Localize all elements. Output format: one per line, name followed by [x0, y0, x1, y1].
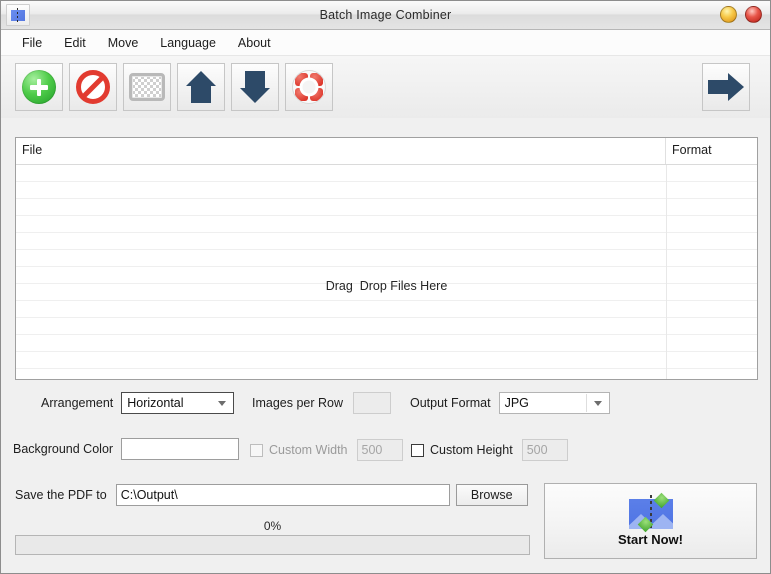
remove-files-button[interactable]: [69, 63, 117, 111]
column-header-file[interactable]: File: [16, 138, 666, 164]
custom-height-input[interactable]: 500: [521, 439, 568, 461]
move-down-button[interactable]: [231, 63, 279, 111]
image-merge-icon: [627, 492, 675, 533]
column-divider: [666, 165, 667, 379]
save-path-group: Save the PDF to C:\Output\ Browse: [15, 484, 528, 506]
menu-item-file[interactable]: File: [11, 33, 53, 53]
custom-width-group: Custom Width 500: [250, 439, 403, 461]
combo-separator: [585, 394, 587, 412]
save-path-value: C:\Output\: [120, 488, 178, 502]
arrow-up-icon: [186, 71, 216, 103]
custom-height-value: 500: [526, 443, 548, 457]
lifebuoy-icon: [292, 70, 326, 104]
save-path-label: Save the PDF to: [15, 488, 107, 502]
arrangement-select[interactable]: Horizontal: [121, 392, 235, 414]
help-button[interactable]: [285, 63, 333, 111]
file-list-header: File Format: [16, 138, 757, 165]
green-plus-icon: [22, 70, 56, 104]
arrow-right-icon: [708, 73, 744, 101]
arrangement-group: Arrangement Horizontal: [41, 392, 235, 414]
background-color-input[interactable]: [121, 438, 240, 460]
start-now-label: Start Now!: [618, 532, 683, 547]
background-color-group: Background Color: [13, 438, 240, 460]
arrangement-label: Arrangement: [41, 396, 114, 410]
drop-files-hint: Drag Drop Files Here: [325, 279, 448, 293]
menu-item-language[interactable]: Language: [149, 33, 227, 53]
menu-bar: File Edit Move Language About: [1, 30, 770, 56]
custom-height-checkbox[interactable]: [411, 443, 424, 457]
image-split-icon: [11, 7, 25, 23]
progress-bar: [15, 535, 530, 555]
arrangement-value: Horizontal: [127, 396, 184, 410]
custom-width-input[interactable]: 500: [356, 439, 403, 461]
checkerboard-icon: [129, 73, 165, 101]
app-icon: [6, 4, 30, 26]
save-path-input[interactable]: C:\Output\: [115, 484, 450, 506]
minimize-button[interactable]: [720, 6, 737, 23]
custom-height-group: Custom Height 500: [411, 439, 568, 461]
transparency-button[interactable]: [123, 63, 171, 111]
chevron-down-icon: [218, 400, 227, 406]
title-bar: Batch Image Combiner: [1, 1, 770, 30]
column-header-format[interactable]: Format: [666, 138, 757, 164]
progress-percent-label: 0%: [263, 519, 282, 533]
images-per-row-label: Images per Row: [252, 396, 344, 410]
application-window: Batch Image Combiner File Edit Move Lang…: [0, 0, 771, 574]
window-controls: [720, 6, 762, 23]
menu-item-about[interactable]: About: [227, 33, 282, 53]
chevron-down-icon: [593, 400, 602, 406]
background-color-label: Background Color: [13, 442, 114, 456]
window-title: Batch Image Combiner: [319, 8, 452, 22]
custom-height-label: Custom Height: [430, 443, 513, 457]
custom-width-value: 500: [361, 443, 383, 457]
output-format-group: Output Format JPG: [410, 392, 610, 414]
custom-width-checkbox[interactable]: [250, 443, 263, 457]
output-format-value: JPG: [504, 396, 529, 410]
start-now-button[interactable]: Start Now!: [544, 483, 757, 559]
output-format-select[interactable]: JPG: [498, 392, 610, 414]
file-list-body[interactable]: Drag Drop Files Here: [16, 165, 757, 379]
toolbar: [1, 56, 770, 118]
arrow-down-icon: [240, 71, 270, 103]
output-format-label: Output Format: [410, 396, 491, 410]
menu-item-move[interactable]: Move: [97, 33, 150, 53]
images-per-row-group: Images per Row: [252, 392, 392, 414]
browse-button[interactable]: Browse: [455, 484, 528, 506]
file-list[interactable]: File Format Drag Drop Files Here: [15, 137, 758, 380]
images-per-row-input[interactable]: [353, 392, 392, 414]
close-button[interactable]: [745, 6, 762, 23]
move-up-button[interactable]: [177, 63, 225, 111]
custom-width-label: Custom Width: [269, 443, 348, 457]
add-files-button[interactable]: [15, 63, 63, 111]
go-button[interactable]: [702, 63, 750, 111]
menu-item-edit[interactable]: Edit: [53, 33, 97, 53]
red-prohibition-icon: [76, 70, 110, 104]
